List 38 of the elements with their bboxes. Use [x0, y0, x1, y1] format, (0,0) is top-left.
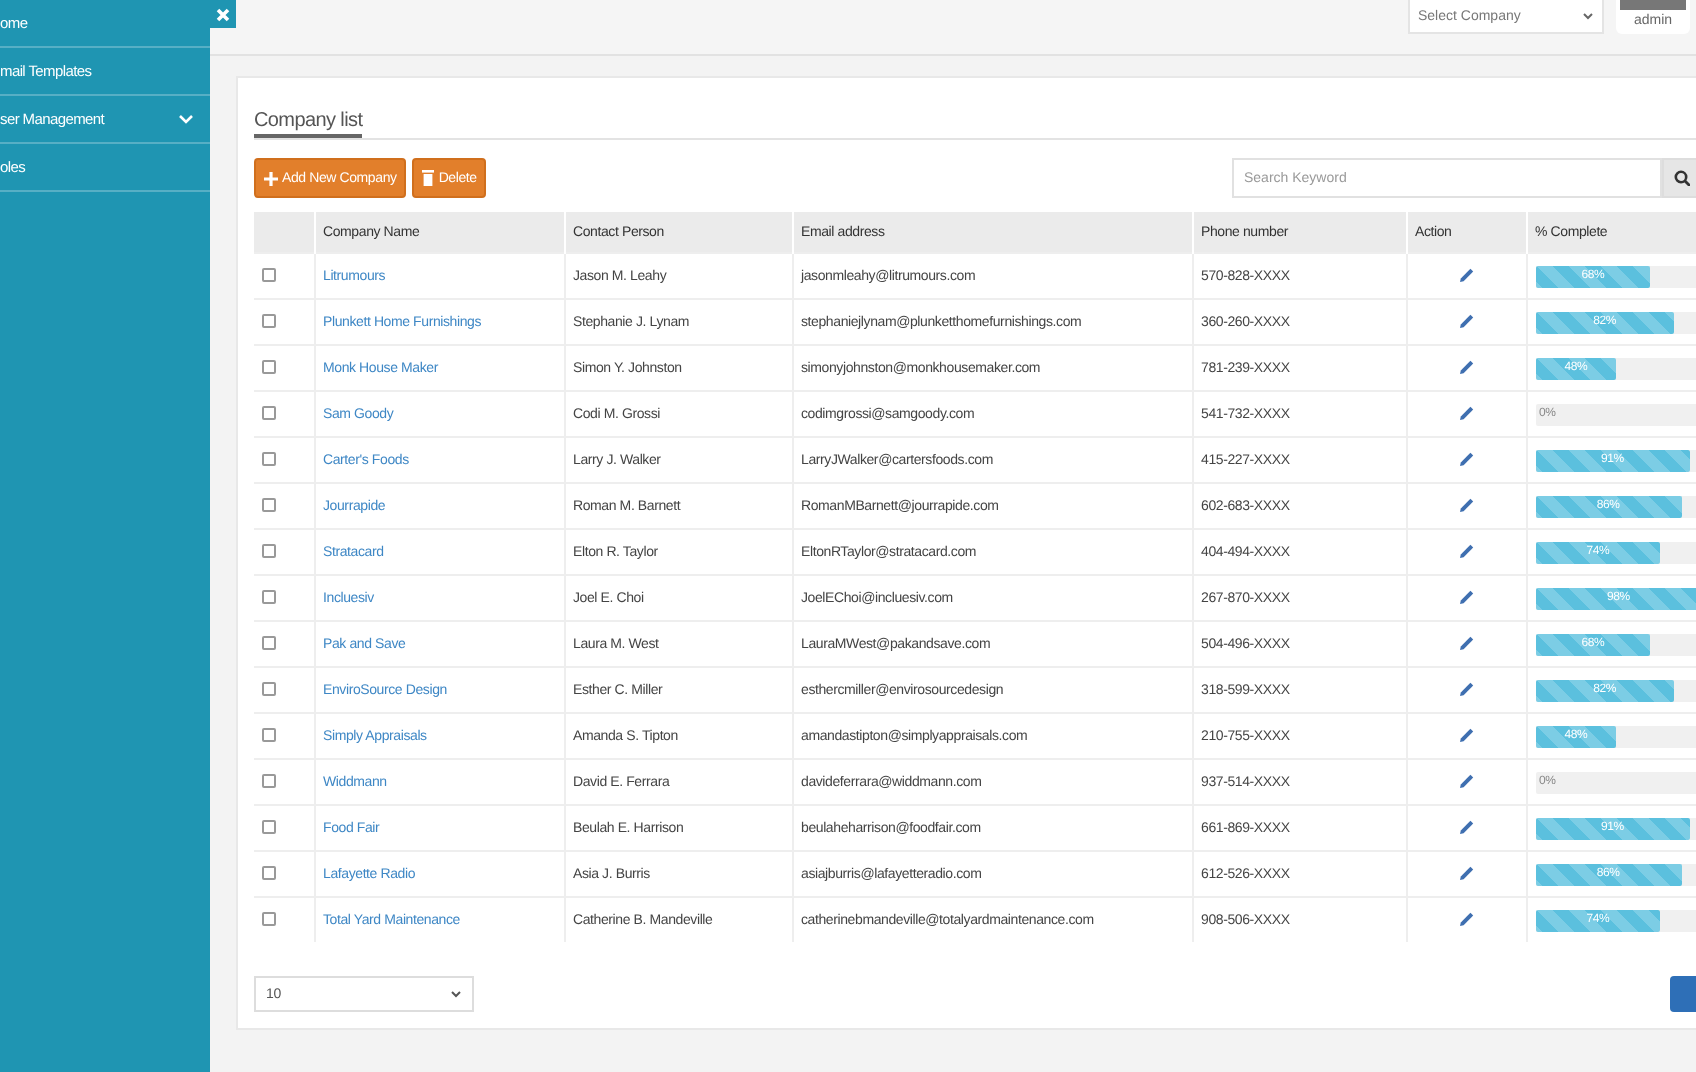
row-checkbox[interactable] — [262, 773, 276, 787]
pencil-icon[interactable] — [1457, 725, 1475, 743]
pencil-icon[interactable] — [1457, 633, 1475, 651]
caret-icon — [450, 990, 462, 998]
row-checkbox[interactable] — [262, 313, 276, 327]
pencil-icon[interactable] — [1457, 357, 1475, 375]
search-button[interactable] — [1662, 158, 1696, 198]
plus-icon — [264, 171, 278, 185]
row-checkbox[interactable] — [262, 911, 276, 925]
pencil-icon[interactable] — [1457, 403, 1475, 421]
row-checkbox[interactable] — [262, 865, 276, 879]
pencil-icon[interactable] — [1457, 587, 1475, 605]
row-checkbox[interactable] — [262, 635, 276, 649]
row-checkbox[interactable] — [262, 727, 276, 741]
pencil-icon[interactable] — [1457, 495, 1475, 513]
trash-icon — [422, 170, 435, 186]
close-icon[interactable] — [216, 7, 230, 21]
row-checkbox[interactable] — [262, 543, 276, 557]
row-checkbox[interactable] — [262, 497, 276, 511]
pencil-icon[interactable] — [1457, 909, 1475, 927]
row-checkbox[interactable] — [262, 451, 276, 465]
row-checkbox[interactable] — [262, 681, 276, 695]
row-checkbox[interactable] — [262, 267, 276, 281]
row-checkbox[interactable] — [262, 589, 276, 603]
pencil-icon[interactable] — [1457, 817, 1475, 835]
search-icon — [1674, 170, 1690, 186]
pencil-icon[interactable] — [1457, 863, 1475, 881]
pencil-icon[interactable] — [1457, 771, 1475, 789]
card-title: Company list — [254, 108, 363, 138]
caret-icon — [1582, 12, 1594, 20]
pencil-icon[interactable] — [1457, 679, 1475, 697]
row-checkbox[interactable] — [262, 819, 276, 833]
pencil-icon[interactable] — [1457, 541, 1475, 559]
pencil-icon[interactable] — [1457, 265, 1475, 283]
pencil-icon[interactable] — [1457, 449, 1475, 467]
pencil-icon[interactable] — [1457, 311, 1475, 329]
row-checkbox[interactable] — [262, 359, 276, 373]
row-checkbox[interactable] — [262, 405, 276, 419]
